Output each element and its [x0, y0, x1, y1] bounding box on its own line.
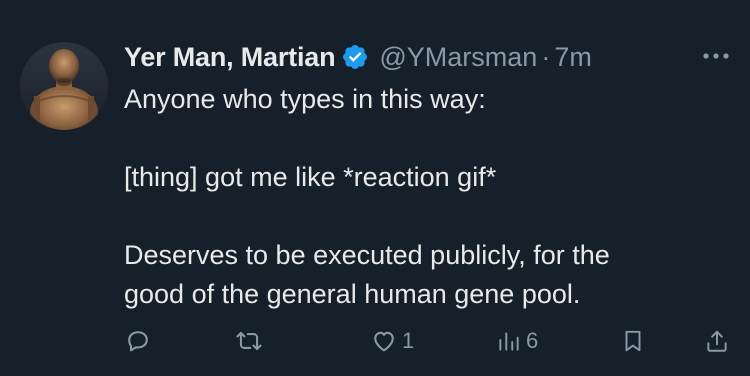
reply-icon	[128, 331, 148, 352]
share-icon	[707, 330, 727, 352]
tweet-line: good of the general human gene pool.	[124, 279, 581, 309]
separator-dot: ·	[541, 41, 551, 72]
retweet-button[interactable]	[234, 326, 268, 356]
timestamp[interactable]: 7m	[554, 42, 592, 73]
reply-button[interactable]	[124, 326, 156, 356]
views-count: 6	[526, 328, 539, 353]
views-icon	[499, 332, 519, 351]
like-button[interactable]: 1	[370, 326, 414, 356]
bookmark-button[interactable]	[620, 326, 646, 356]
tweet-text: Anyone who types in this way: [thing] go…	[124, 80, 724, 314]
heart-icon	[374, 331, 394, 352]
statue-avatar-image	[20, 42, 108, 130]
retweet-icon	[236, 331, 262, 351]
action-bar: 1 6	[124, 326, 734, 356]
tweet[interactable]: Yer Man, Martian @YMarsman · 7m Anyone w…	[0, 0, 750, 376]
like-count: 1	[402, 328, 415, 353]
handle[interactable]: @YMarsman	[379, 42, 537, 73]
more-options-icon[interactable]	[700, 44, 732, 68]
bookmark-icon	[625, 330, 641, 352]
views-button[interactable]: 6	[496, 326, 538, 356]
tweet-line: Anyone who types in this way:	[124, 84, 486, 114]
tweet-line: [thing] got me like *reaction gif*	[124, 162, 497, 192]
verified-badge-icon[interactable]	[341, 43, 369, 71]
display-name[interactable]: Yer Man, Martian	[124, 42, 336, 73]
line-break	[124, 119, 724, 158]
tweet-header: Yer Man, Martian @YMarsman · 7m	[124, 38, 592, 76]
tweet-line: Deserves to be executed publicly, for th…	[124, 240, 610, 270]
share-button[interactable]	[704, 326, 730, 356]
avatar[interactable]	[20, 42, 108, 130]
line-break	[124, 197, 724, 236]
